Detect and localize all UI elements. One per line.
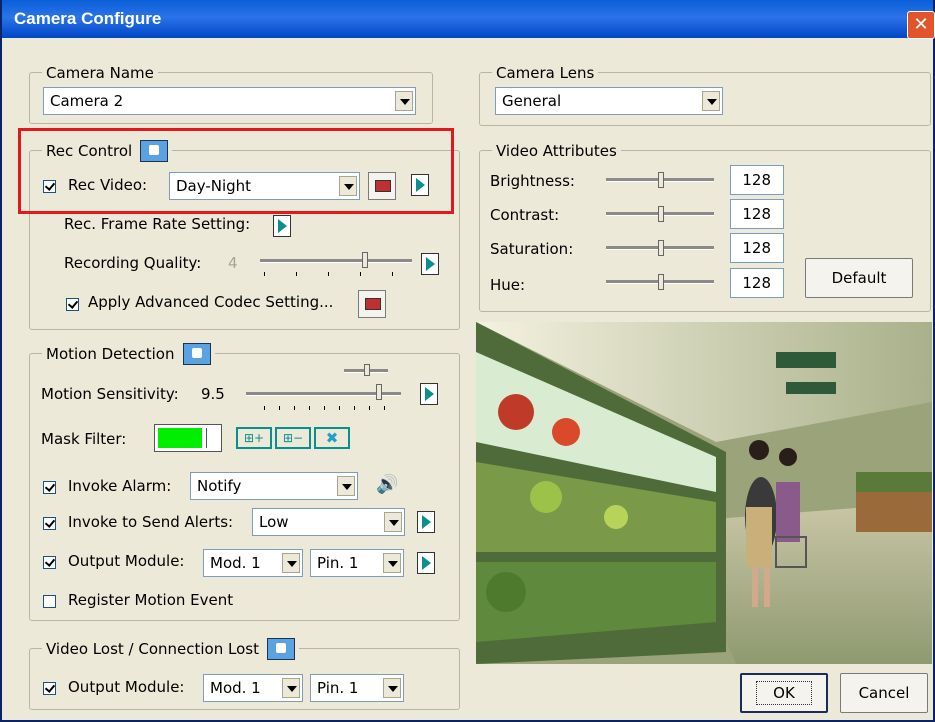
chevron-down-icon[interactable] (206, 428, 219, 448)
invoke-alerts-checkbox[interactable] (43, 517, 56, 530)
default-button[interactable]: Default (805, 258, 913, 298)
output-module-value: Mod. 1 (210, 554, 261, 572)
saturation-label: Saturation: (490, 240, 574, 258)
slider-thumb[interactable] (658, 172, 664, 188)
invoke-alarm-value: Notify (197, 477, 242, 495)
invoke-alarm-label: Invoke Alarm: (68, 477, 172, 495)
chevron-down-icon[interactable] (282, 678, 300, 698)
chevron-down-icon[interactable] (395, 91, 413, 111)
window-title: Camera Configure (14, 9, 162, 28)
camera-name-value: Camera 2 (50, 92, 124, 110)
invoke-alarm-checkbox[interactable] (43, 481, 56, 494)
mask-add-icon[interactable]: ⊞+ (236, 427, 272, 449)
cancel-button[interactable]: Cancel (840, 673, 928, 713)
hand-pointer-icon[interactable] (266, 638, 295, 660)
motion-sensitivity-slider[interactable] (246, 362, 406, 414)
saturation-slider[interactable] (606, 238, 714, 258)
speaker-icon[interactable]: 🔊 (376, 474, 398, 495)
chevron-down-icon[interactable] (383, 553, 401, 573)
camera-lens-select[interactable]: General (495, 87, 723, 115)
brightness-label: Brightness: (490, 172, 575, 190)
cancel-button-label: Cancel (858, 684, 910, 702)
video-lost-module-select[interactable]: Mod. 1 (203, 674, 303, 702)
slider-thumb[interactable] (376, 384, 382, 400)
invoke-alerts-value: Low (259, 513, 289, 531)
play-arrow-icon[interactable] (417, 552, 435, 574)
recording-quality-slider[interactable] (260, 250, 412, 280)
ok-button[interactable]: OK (740, 673, 828, 713)
camera-lens-label: Camera Lens (496, 64, 595, 82)
recording-quality-value: 4 (228, 254, 238, 272)
camera-preview-image (476, 322, 932, 664)
invoke-alerts-select[interactable]: Low (252, 508, 405, 536)
invoke-alarm-select[interactable]: Notify (190, 472, 358, 500)
contrast-label: Contrast: (490, 206, 560, 224)
video-lost-module-value: Mod. 1 (210, 679, 261, 697)
chevron-down-icon[interactable] (282, 553, 300, 573)
camera-configure-window: Camera Configure ✕ Camera Name Camera 2 … (0, 0, 935, 722)
mask-color-picker[interactable] (154, 424, 222, 452)
play-arrow-icon[interactable] (421, 253, 439, 275)
hue-input[interactable]: 128 (730, 268, 784, 298)
invoke-alerts-label: Invoke to Send Alerts: (68, 513, 234, 531)
video-attributes-label: Video Attributes (496, 142, 617, 160)
camera-name-select[interactable]: Camera 2 (43, 87, 416, 115)
recording-quality-label: Recording Quality: (64, 254, 202, 272)
hue-label: Hue: (490, 276, 526, 294)
codec-settings-icon[interactable] (358, 290, 386, 318)
contrast-value: 128 (742, 205, 771, 223)
contrast-input[interactable]: 128 (730, 199, 784, 229)
chevron-down-icon[interactable] (383, 678, 401, 698)
saturation-value: 128 (742, 239, 771, 257)
hue-value: 128 (742, 274, 771, 292)
brightness-value: 128 (742, 171, 771, 189)
apply-codec-label: Apply Advanced Codec Setting... (88, 293, 334, 311)
contrast-slider[interactable] (606, 204, 714, 224)
motion-sensitivity-value: 9.5 (201, 385, 225, 403)
output-module-label: Output Module: (68, 552, 185, 570)
slider-thumb[interactable] (658, 274, 664, 290)
video-lost-pin-value: Pin. 1 (317, 679, 359, 697)
video-lost-output-checkbox[interactable] (43, 682, 56, 695)
camera-lens-group: Camera Lens General (479, 62, 931, 126)
camera-name-group: Camera Name Camera 2 (29, 62, 433, 124)
video-lost-pin-select[interactable]: Pin. 1 (310, 674, 404, 702)
chevron-down-icon[interactable] (384, 512, 402, 532)
frame-rate-label: Rec. Frame Rate Setting: (64, 215, 251, 233)
output-pin-select[interactable]: Pin. 1 (310, 549, 404, 577)
motion-detection-label: Motion Detection (46, 345, 175, 363)
register-motion-label: Register Motion Event (68, 591, 234, 609)
apply-codec-checkbox[interactable] (66, 298, 79, 311)
output-module-checkbox[interactable] (43, 556, 56, 569)
output-module-select[interactable]: Mod. 1 (203, 549, 303, 577)
chevron-down-icon[interactable] (337, 476, 355, 496)
slider-thumb[interactable] (658, 240, 664, 256)
mask-filter-label: Mask Filter: (41, 430, 127, 448)
close-button[interactable]: ✕ (907, 11, 935, 39)
brightness-input[interactable]: 128 (730, 165, 784, 195)
title-bar: Camera Configure ✕ (2, 0, 935, 39)
camera-lens-value: General (502, 92, 562, 110)
default-button-label: Default (831, 269, 887, 287)
register-motion-checkbox[interactable] (43, 595, 56, 608)
play-arrow-icon[interactable] (420, 383, 438, 405)
ok-button-label: OK (756, 681, 812, 705)
output-pin-value: Pin. 1 (317, 554, 359, 572)
mask-clear-icon[interactable]: ✖ (314, 427, 350, 449)
video-lost-output-label: Output Module: (68, 678, 185, 696)
hue-slider[interactable] (606, 272, 714, 292)
mask-remove-icon[interactable]: ⊞− (275, 427, 311, 449)
motion-sensitivity-label: Motion Sensitivity: (41, 385, 179, 403)
saturation-input[interactable]: 128 (730, 233, 784, 263)
highlight-box (18, 128, 454, 214)
slider-thumb[interactable] (362, 252, 368, 268)
video-lost-label: Video Lost / Connection Lost (46, 640, 259, 658)
brightness-slider[interactable] (606, 170, 714, 190)
slider-thumb[interactable] (658, 206, 664, 222)
chevron-down-icon[interactable] (702, 91, 720, 111)
play-arrow-icon[interactable] (273, 215, 291, 237)
hand-pointer-icon[interactable] (182, 343, 211, 365)
camera-name-label: Camera Name (46, 64, 154, 82)
play-arrow-icon[interactable] (417, 511, 435, 533)
